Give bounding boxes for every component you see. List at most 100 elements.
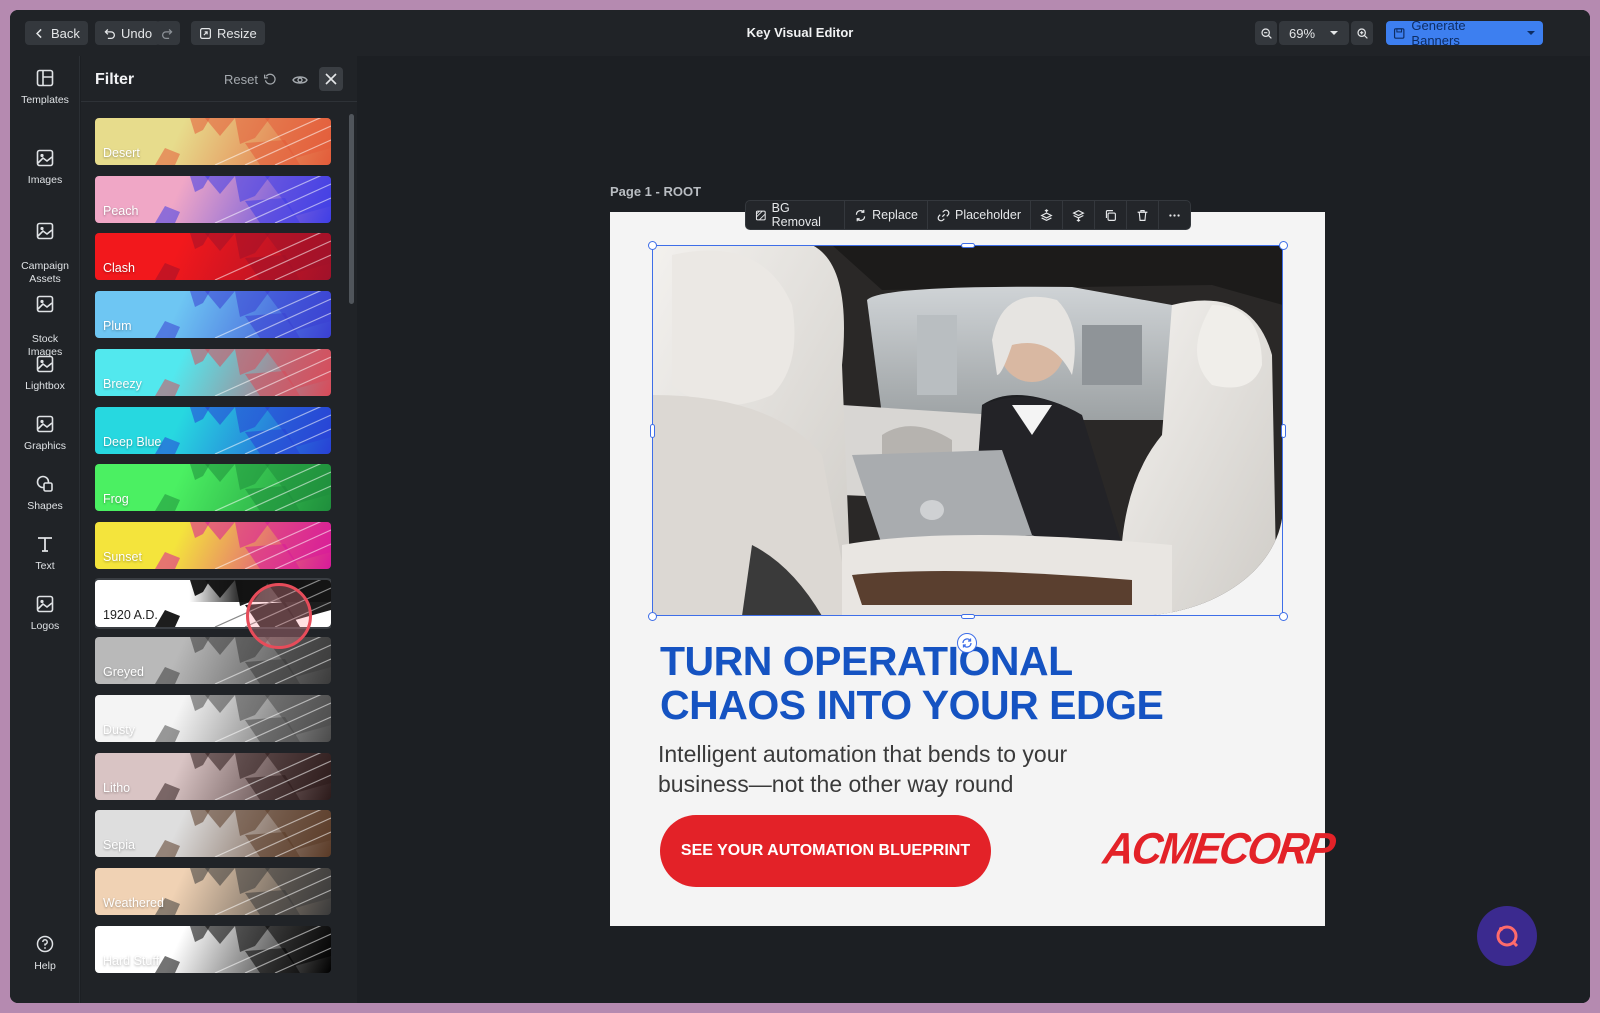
replace-icon [855,209,866,221]
rail-item-shapes[interactable]: Shapes [10,474,80,513]
filter-label: Clash [103,261,135,276]
placeholder-label: Placeholder [954,208,1021,222]
rail-item-label: Graphics [23,440,66,452]
filter-label: Peach [103,203,139,218]
filter-deep-blue[interactable]: Deep Blue [95,406,331,454]
resize-handle-left[interactable] [649,423,655,438]
filter-label: Desert [103,146,140,160]
zoom-out-icon [1260,27,1272,39]
filter-litho[interactable]: Litho [95,752,331,800]
subheadline-line-2: business—not the other way round [658,771,1014,797]
zoom-in-button[interactable] [1351,21,1373,45]
trash-icon [1137,209,1148,221]
resize-handle-top-right[interactable] [1278,240,1288,250]
replace-button[interactable]: Replace [845,200,928,230]
filter-dusty[interactable]: Dusty [95,695,331,742]
caret-down-icon [1527,31,1535,35]
subheadline[interactable]: Intelligent automation that bends to you… [658,739,1178,799]
cursor-indicator [246,583,312,649]
resize-handle-bottom[interactable] [960,613,975,619]
palm-leaves-preview [155,752,331,800]
filter-weathered[interactable]: Weathered [95,868,331,916]
resize-handle-right[interactable] [1280,423,1286,438]
placeholder-button[interactable]: Placeholder [928,200,1031,230]
duplicate-button[interactable] [1095,200,1127,230]
filter-list: Desert Peach Clash Plum Breezy Deep Blue Frog S… [95,118,331,998]
cta-label: SEE YOUR AUTOMATION BLUEPRINT [680,842,971,859]
layer-up-icon [1040,208,1053,221]
filter-label: Plum [103,319,132,334]
close-panel-button[interactable] [319,67,343,91]
rail-item-label: Text [35,560,55,572]
left-rail: Templates Images Campaign Assets Stock I… [10,56,80,1003]
car-interior-photo [652,245,1283,616]
send-backward-button[interactable] [1063,200,1095,230]
redo-button[interactable] [156,21,180,45]
bring-forward-button[interactable] [1031,200,1063,230]
resize-label: Resize [217,25,257,41]
zoom-select[interactable]: 69% [1279,21,1349,45]
undo-button[interactable]: Undo [95,21,161,45]
reset-button[interactable]: Reset [224,72,276,87]
filter-peach[interactable]: Peach [95,175,331,223]
rail-item-label: Images [27,174,63,186]
bg-removal-button[interactable]: BG Removal [746,200,846,230]
filter-label: Dusty [103,723,135,737]
back-button[interactable]: Back [25,21,88,45]
rotate-handle[interactable] [957,633,977,653]
replace-label: Replace [872,208,918,222]
hero-image[interactable] [652,245,1283,616]
rail-item-logos[interactable]: Logos [10,594,80,633]
filter-hard-stuff[interactable]: Hard Stuff [95,925,331,973]
filter-label: Weathered [103,896,164,911]
resize-button[interactable]: Resize [191,21,265,45]
undo-icon [104,28,115,39]
generate-banners-dropdown[interactable] [1519,21,1543,45]
filter-plum[interactable]: Plum [95,291,331,339]
resize-handle-top[interactable] [960,242,975,248]
panel-title: Filter [95,71,135,88]
rail-item-lightbox[interactable]: Lightbox [10,354,80,393]
filter-label: Sepia [103,838,135,853]
palm-leaves-preview [155,464,331,512]
scrollbar[interactable] [349,114,354,304]
filter-label: Greyed [103,665,144,680]
filter-label: Sunset [103,549,142,564]
filter-desert[interactable]: Desert [95,118,331,165]
more-options-button[interactable] [1159,200,1190,230]
rail-item-stock-images[interactable]: Stock Images [10,281,80,359]
resize-handle-top-left[interactable] [647,240,657,250]
rail-item-campaign-assets[interactable]: Campaign Assets [10,208,80,286]
chat-bubble-icon [1496,925,1519,948]
filter-label: Breezy [103,376,142,391]
rail-item-label: Shapes [27,500,63,512]
rail-item-label: Logos [30,620,60,632]
generate-banners-button[interactable]: Generate Banners [1386,18,1520,48]
rail-item-label: Help [34,960,56,972]
filter-clash[interactable]: Clash [95,233,331,281]
shapes-icon [36,475,53,492]
filter-sepia[interactable]: Sepia [95,810,331,858]
rail-item-text[interactable]: Text [10,534,80,573]
filter-sunset[interactable]: Sunset [95,521,331,569]
filter-breezy[interactable]: Breezy [95,348,331,396]
delete-button[interactable] [1127,200,1159,230]
support-chat-button[interactable] [1477,906,1537,966]
redo-icon [162,28,173,39]
rail-item-images[interactable]: Images [10,148,80,187]
rail-item-templates[interactable]: Templates [10,68,80,107]
resize-handle-bottom-right[interactable] [1278,611,1288,621]
brand-logo[interactable]: ACMECORP [1100,824,1337,874]
image-icon [36,415,54,433]
preview-toggle[interactable] [290,70,310,90]
resize-handle-bottom-left[interactable] [647,611,657,621]
rail-item-help[interactable]: Help [10,934,80,973]
filter-frog[interactable]: Frog [95,464,331,512]
zoom-controls: 69% [1255,21,1373,45]
artboard[interactable]: TURN OPERATIONAL CHAOS INTO YOUR EDGE In… [610,212,1337,926]
save-icon [1393,27,1405,39]
cta-button[interactable]: SEE YOUR AUTOMATION BLUEPRINT [660,815,991,887]
rail-item-graphics[interactable]: Graphics [10,414,80,453]
top-bar: Back Undo Resize Key Visual Editor 69% G… [10,10,1590,56]
zoom-out-button[interactable] [1255,21,1277,45]
